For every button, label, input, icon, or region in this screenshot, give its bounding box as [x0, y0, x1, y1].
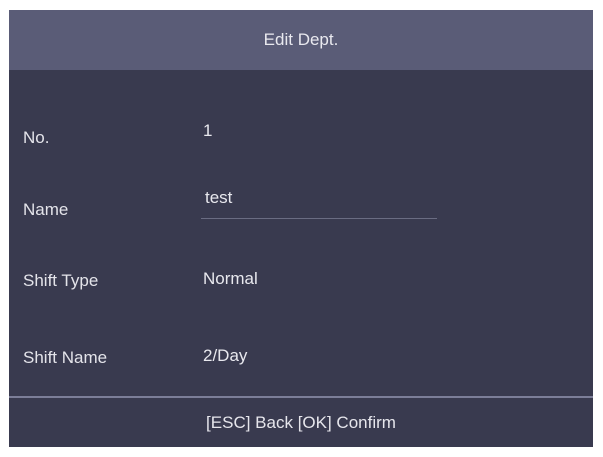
name-label: Name — [23, 200, 69, 219]
footer-bar: [ESC] Back [OK] Confirm — [9, 398, 593, 447]
field-row-no: No. 1 — [9, 118, 593, 158]
title-bar: Edit Dept. — [9, 10, 593, 70]
shift-name-value[interactable]: 2/Day — [203, 346, 247, 366]
footer-hint: [ESC] Back [OK] Confirm — [206, 412, 396, 432]
shift-type-value[interactable]: Normal — [203, 269, 258, 289]
device-screen: Edit Dept. No. 1 Name test Shift Type No… — [9, 10, 593, 447]
page-title: Edit Dept. — [263, 30, 339, 49]
name-input-value: test — [205, 188, 233, 207]
no-label: No. — [23, 128, 50, 147]
field-row-shift-type[interactable]: Shift Type Normal — [9, 261, 593, 301]
no-value: 1 — [203, 121, 213, 140]
field-row-shift-name[interactable]: Shift Name 2/Day — [9, 338, 593, 378]
shift-name-label: Shift Name — [23, 348, 108, 367]
name-input[interactable]: test — [201, 182, 437, 219]
shift-type-label: Shift Type — [23, 271, 99, 290]
